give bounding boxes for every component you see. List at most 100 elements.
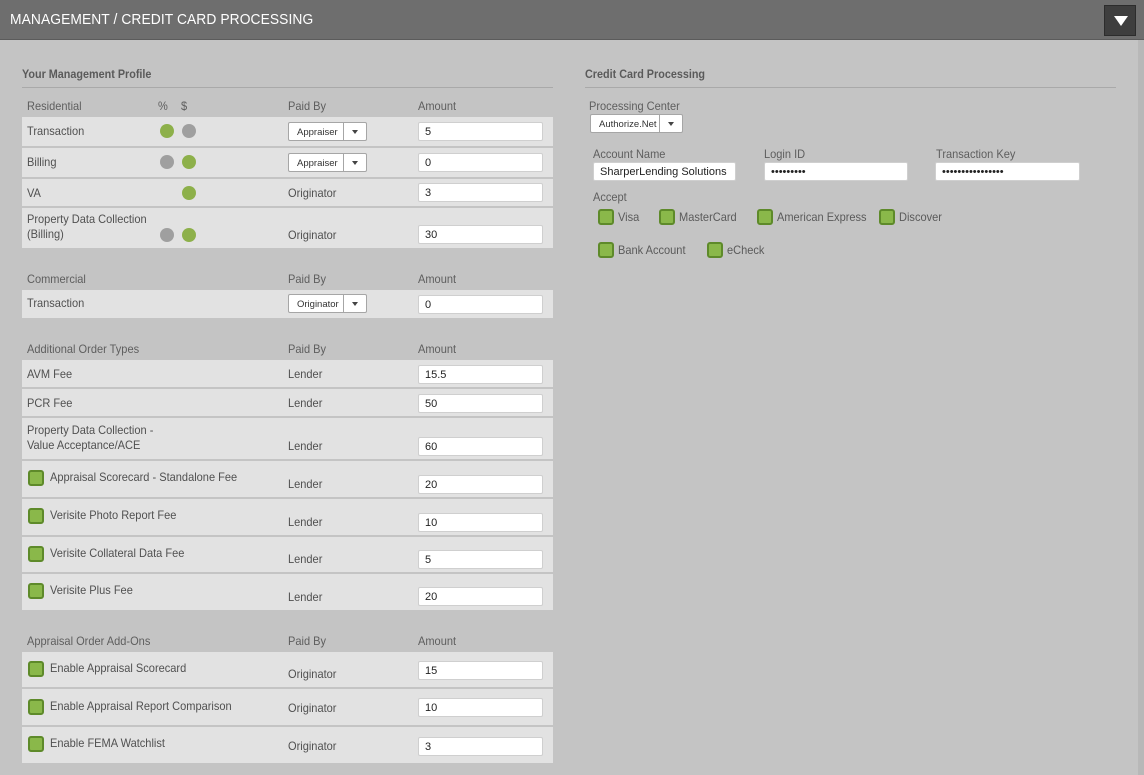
login-id-input[interactable]	[764, 162, 908, 181]
collapse-button[interactable]	[1104, 5, 1136, 36]
row-label: PCR Fee	[27, 396, 73, 410]
paid-by-value: Appraiser	[297, 158, 338, 169]
paid-by-text: Lender	[288, 552, 323, 566]
amount-input[interactable]	[418, 475, 543, 494]
visa-checkbox[interactable]	[598, 208, 614, 225]
chevron-down-icon	[1114, 16, 1128, 26]
divider	[585, 87, 1116, 88]
amount-input[interactable]	[418, 698, 543, 717]
row-label: Billing	[27, 155, 57, 169]
dollar-radio[interactable]	[182, 155, 196, 169]
accept-item-label: Discover	[899, 209, 942, 224]
paid-by-value: Originator	[297, 299, 339, 310]
amount-input[interactable]	[418, 513, 543, 532]
accept-item-label: MasterCard	[679, 209, 737, 224]
accept-item-label: eCheck	[727, 242, 765, 257]
accept-bank-account[interactable]: Bank Account	[598, 241, 691, 259]
row-label: Transaction	[27, 296, 85, 310]
enable-checkbox[interactable]	[28, 583, 44, 599]
row-label: Verisite Plus Fee	[50, 583, 133, 597]
paid-by-text: Lender	[288, 439, 323, 453]
paid-by-text: Originator	[288, 186, 337, 200]
paid-by-text: Lender	[288, 590, 323, 604]
amount-input[interactable]	[418, 183, 543, 202]
paid-by-select[interactable]: Originator	[288, 294, 367, 313]
row-label: Enable Appraisal Scorecard	[50, 661, 187, 675]
paid-by-text: Lender	[288, 477, 323, 491]
processing-center-select[interactable]: Authorize.Net	[590, 114, 683, 133]
row-label: AVM Fee	[27, 367, 73, 381]
amount-input[interactable]	[418, 737, 543, 756]
discover-checkbox[interactable]	[879, 208, 895, 225]
amount-input[interactable]	[418, 122, 543, 141]
percent-radio[interactable]	[160, 155, 174, 169]
account-name-label: Account Name	[593, 147, 666, 161]
table-row: Verisite Collateral Data Fee Lender	[22, 537, 553, 573]
enable-checkbox[interactable]	[28, 470, 44, 486]
amount-input[interactable]	[418, 587, 543, 606]
amount-input[interactable]	[418, 295, 543, 314]
amount-input[interactable]	[418, 394, 543, 413]
accept-item-label: American Express	[777, 209, 867, 224]
dollar-radio[interactable]	[182, 228, 196, 242]
table-row: Transaction Appraiser	[22, 117, 553, 147]
table-row: VA Originator	[22, 179, 553, 207]
dollar-radio[interactable]	[182, 186, 196, 200]
amount-input[interactable]	[418, 225, 543, 244]
accept-visa[interactable]: Visa	[598, 208, 641, 226]
paid-by-text: Lender	[288, 396, 323, 410]
account-name-input[interactable]	[593, 162, 736, 181]
accept-echeck[interactable]: eCheck	[707, 241, 768, 259]
dollar-radio[interactable]	[182, 124, 196, 138]
enable-checkbox[interactable]	[28, 736, 44, 752]
paid-by-text: Lender	[288, 367, 323, 381]
scrollbar[interactable]	[1138, 40, 1144, 775]
amount-input[interactable]	[418, 550, 543, 569]
amount-header: Amount	[418, 99, 457, 113]
residential-header: Residential	[27, 99, 82, 113]
percent-radio[interactable]	[160, 228, 174, 242]
row-label: Property Data Collection	[27, 212, 147, 226]
table-row: Property Data Collection - Value Accepta…	[22, 418, 553, 460]
american-express-checkbox[interactable]	[757, 208, 773, 225]
row-label: Enable Appraisal Report Comparison	[50, 699, 232, 713]
paid-by-text: Originator	[288, 667, 337, 681]
enable-checkbox[interactable]	[28, 699, 44, 715]
amount-input[interactable]	[418, 153, 543, 172]
dropdown-arrow-icon	[343, 295, 366, 312]
percent-radio[interactable]	[160, 124, 174, 138]
accept-item-label: Bank Account	[618, 242, 686, 257]
table-row: AVM Fee Lender	[22, 360, 553, 388]
bank-account-checkbox[interactable]	[598, 241, 614, 258]
paid-by-select[interactable]: Appraiser	[288, 153, 367, 172]
accept-american-express[interactable]: American Express	[757, 208, 874, 226]
paid-by-text: Lender	[288, 515, 323, 529]
enable-checkbox[interactable]	[28, 661, 44, 677]
table-row: PCR Fee Lender	[22, 389, 553, 417]
row-label: Appraisal Scorecard - Standalone Fee	[50, 470, 238, 484]
accept-discover[interactable]: Discover	[879, 208, 946, 226]
table-row: Billing Appraiser	[22, 148, 553, 178]
transaction-key-input[interactable]	[935, 162, 1080, 181]
table-row: Enable Appraisal Scorecard Originator	[22, 652, 553, 688]
paid-by-header: Paid By	[288, 272, 327, 286]
amount-header: Amount	[418, 342, 457, 356]
enable-checkbox[interactable]	[28, 546, 44, 562]
table-row: Enable Appraisal Report Comparison Origi…	[22, 689, 553, 726]
management-profile-title: Your Management Profile	[22, 67, 152, 81]
accept-mastercard[interactable]: MasterCard	[659, 208, 742, 226]
accept-label: Accept	[593, 190, 627, 204]
accept-item-label: Visa	[618, 209, 640, 224]
echeck-checkbox[interactable]	[707, 241, 723, 258]
row-label: Property Data Collection -	[27, 423, 154, 437]
mastercard-checkbox[interactable]	[659, 208, 675, 225]
enable-checkbox[interactable]	[28, 508, 44, 524]
amount-input[interactable]	[418, 661, 543, 680]
amount-input[interactable]	[418, 365, 543, 384]
appraisal-addons-header: Appraisal Order Add-Ons	[27, 634, 151, 648]
divider	[22, 87, 553, 88]
row-label: Transaction	[27, 124, 85, 138]
amount-input[interactable]	[418, 437, 543, 456]
dropdown-arrow-icon	[659, 115, 682, 132]
paid-by-select[interactable]: Appraiser	[288, 122, 367, 141]
